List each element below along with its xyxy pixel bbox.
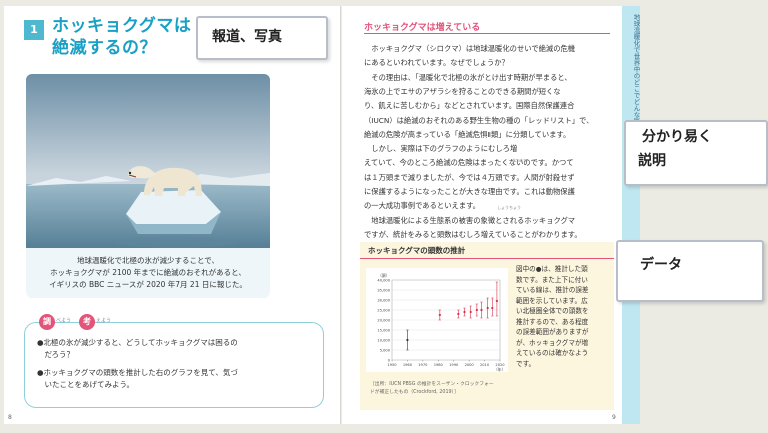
polar-bear-image <box>26 74 270 254</box>
chapter-number-badge: 1 <box>24 20 44 40</box>
photo-caption: 地球温暖化で北極の氷が減少することで、 ホッキョクグマが 2100 年までに絶滅… <box>26 248 270 298</box>
x-tick-label: 1970 <box>418 363 428 367</box>
data-point <box>463 310 466 314</box>
y-tick-label: 0 <box>388 359 391 363</box>
callout-explanation-line-2: 説明 <box>638 153 666 169</box>
data-point <box>438 313 441 317</box>
x-tick-label: 1950 <box>387 363 397 367</box>
chart-note-line: えているのは確かなよう <box>516 349 589 357</box>
callout-data-text: データ <box>640 257 682 273</box>
polar-bear-photo <box>26 74 270 254</box>
section-title-rule <box>364 33 610 34</box>
chart-section: ホッキョクグマの頭数の推計 0 5,000 10,000 15,000 20,000 25… <box>360 242 614 410</box>
data-point <box>406 338 409 342</box>
y-tick-label: 10,000 <box>377 339 390 343</box>
chart-note-line: 範囲を示しています。広 <box>516 296 588 305</box>
callout-explanation-line-1: 分かり易く <box>642 129 712 145</box>
quiz-item-1a: ●北極の氷が減少すると、どうしてホッキョクグマは困るの <box>37 338 238 347</box>
chart-svg: 0 5,000 10,000 15,000 20,000 25,000 30,000 35,0… <box>377 273 505 372</box>
chart-note-line: 数です。また上下に付い <box>516 275 588 284</box>
investigate-think-box: 調 べよう 考 えよう ●北極の氷が減少すると、どうしてホッキョクグマは困るの … <box>24 314 324 408</box>
side-index-strip: 地球温暖化で世界中のどこでどんな影響があるの？ <box>620 6 642 424</box>
x-tick-label: 1980 <box>434 363 444 367</box>
body-line: その理由は、「温暖化で北極の氷がとけ出す時期が早まると、 <box>364 72 572 82</box>
callout-news-photo: 報道、写真 <box>196 16 328 60</box>
body-line: にあるといわれています。なぜでしょうか？ <box>364 58 509 68</box>
data-point <box>475 308 478 312</box>
data-point <box>491 306 494 310</box>
y-axis-label: （頭） <box>378 273 389 278</box>
caption-line-3: イギリスの BBC ニュースが 2020 年7月 21 日に報じた。 <box>49 280 247 289</box>
data-point <box>480 308 483 312</box>
chart-note-line: の誤差範囲がありますが <box>516 328 589 336</box>
data-point <box>469 310 472 314</box>
body-line: しかし、実際は下のグラフのようにむしろ増 <box>364 144 518 154</box>
investigate-badge-suffix: べよう <box>56 318 72 324</box>
ruby-zetsumetsu: ぜつめつ <box>511 158 527 163</box>
y-tick-label: 5,000 <box>380 349 391 353</box>
body-line: に保護するようになったことが大きな理由です。これは動物保護 <box>364 187 575 196</box>
left-page-number: 8 <box>8 414 12 421</box>
callout-news-photo-text: 報道、写真 <box>212 29 282 45</box>
y-tick-label: 30,000 <box>377 299 390 303</box>
caption-line-1: 地球温暖化で北極の氷が減少することで、 <box>77 256 219 265</box>
body-line: 絶滅の危険が高まっている「絶滅危惧Ⅱ類」に分類しています。 <box>364 129 571 139</box>
ruby-shocho: しょうちょう <box>497 205 521 210</box>
x-tick-label: 2000 <box>465 363 475 367</box>
right-page-number: 9 <box>612 414 616 421</box>
body-line: ですが、統計をみると頭数はむしろ増えていることがわかります。 <box>364 229 582 239</box>
chart-source-line-2: ドが補正したもの（Crockford, 2019）］ <box>370 390 459 395</box>
chart-note-line: ている線は、推計の誤差 <box>516 286 589 294</box>
body-line: 海氷の上でエサのアザラシを狩ることのできる期間が短くな <box>364 86 561 96</box>
chart-note-line: 図中の●は、推計した頭 <box>516 265 588 273</box>
x-tick-label: 1990 <box>449 363 459 367</box>
callout-data: データ <box>616 240 764 302</box>
investigate-badge: 調 <box>39 314 55 330</box>
chart-source-line-1: ［出所：IUCN PBSG の推計をスーザン・クロックフォー <box>370 382 494 387</box>
y-tick-label: 40,000 <box>377 279 390 283</box>
body-line: えていて、今のところ絶滅の危険はまったくないのです。かつて <box>364 158 574 168</box>
margin-area <box>640 0 768 433</box>
quiz-item-1b: だろう？ <box>37 350 75 359</box>
body-line: ホッキョクグマ（シロクマ）は地球温暖化のせいで絶滅の危機 <box>364 44 576 53</box>
body-line: り、飢えに苦しむから」などとされています。国際自然保護連合 <box>364 101 575 111</box>
section-title: ホッキョクグマは増えている <box>364 23 481 33</box>
chart-note-line: 推計するので、ある程度 <box>516 317 589 326</box>
body-line: は１万頭まで減りましたが、今では４万頭です。人間が射殺せず <box>364 172 575 182</box>
quiz-item-2b: いたことをあげてみよう。 <box>37 380 135 389</box>
y-tick-label: 20,000 <box>377 319 390 323</box>
page-heading: ホッキョクグマは 絶滅するの？ <box>52 15 191 59</box>
caption-line-2: ホッキョクグマが 2100 年までに絶滅のおそれがあると、 <box>50 268 246 277</box>
y-tick-label: 15,000 <box>377 329 390 333</box>
heading-line-1: ホッキョクグマは <box>52 16 192 36</box>
data-point <box>457 312 460 316</box>
callout-explanation: 分かり易く 説明 <box>624 120 768 186</box>
data-point <box>495 299 499 303</box>
body-line: 地球温暖化による生態系の被害の象徴とされるホッキョクグマ <box>364 215 576 225</box>
polar-bear-chart: 0 5,000 10,000 15,000 20,000 25,000 30,000 35,0… <box>366 268 508 372</box>
x-tick-label: 1960 <box>403 363 413 367</box>
heading-line-2: 絶滅するの？ <box>52 38 157 58</box>
chart-note-line: です。 <box>516 359 536 368</box>
body-line: （IUCN）は絶滅のおそれのある野生生物の種の「レッドリスト」で、 <box>364 115 594 125</box>
x-tick-label: 2010 <box>480 363 490 367</box>
y-tick-label: 25,000 <box>377 309 390 313</box>
chart-note-line: が、ホッキョクグマが増 <box>516 338 589 347</box>
think-badge-suffix: えよう <box>96 318 112 324</box>
x-axis-label: （年） <box>494 367 505 372</box>
chart-header: ホッキョクグマの頭数の推計 <box>360 242 614 259</box>
data-point <box>486 306 489 310</box>
quiz-item-2a: ●ホッキョクグマの頭数を推計した右のグラフを見て、気づ <box>37 368 238 377</box>
chart-note-line: い北極圏全体での頭数を <box>516 307 589 315</box>
body-line: の一大成功事例であるといえます。 <box>364 201 480 211</box>
chart-section-title: ホッキョクグマの頭数の推計 <box>368 246 466 255</box>
think-badge: 考 <box>79 314 95 330</box>
y-tick-label: 35,000 <box>377 289 390 293</box>
